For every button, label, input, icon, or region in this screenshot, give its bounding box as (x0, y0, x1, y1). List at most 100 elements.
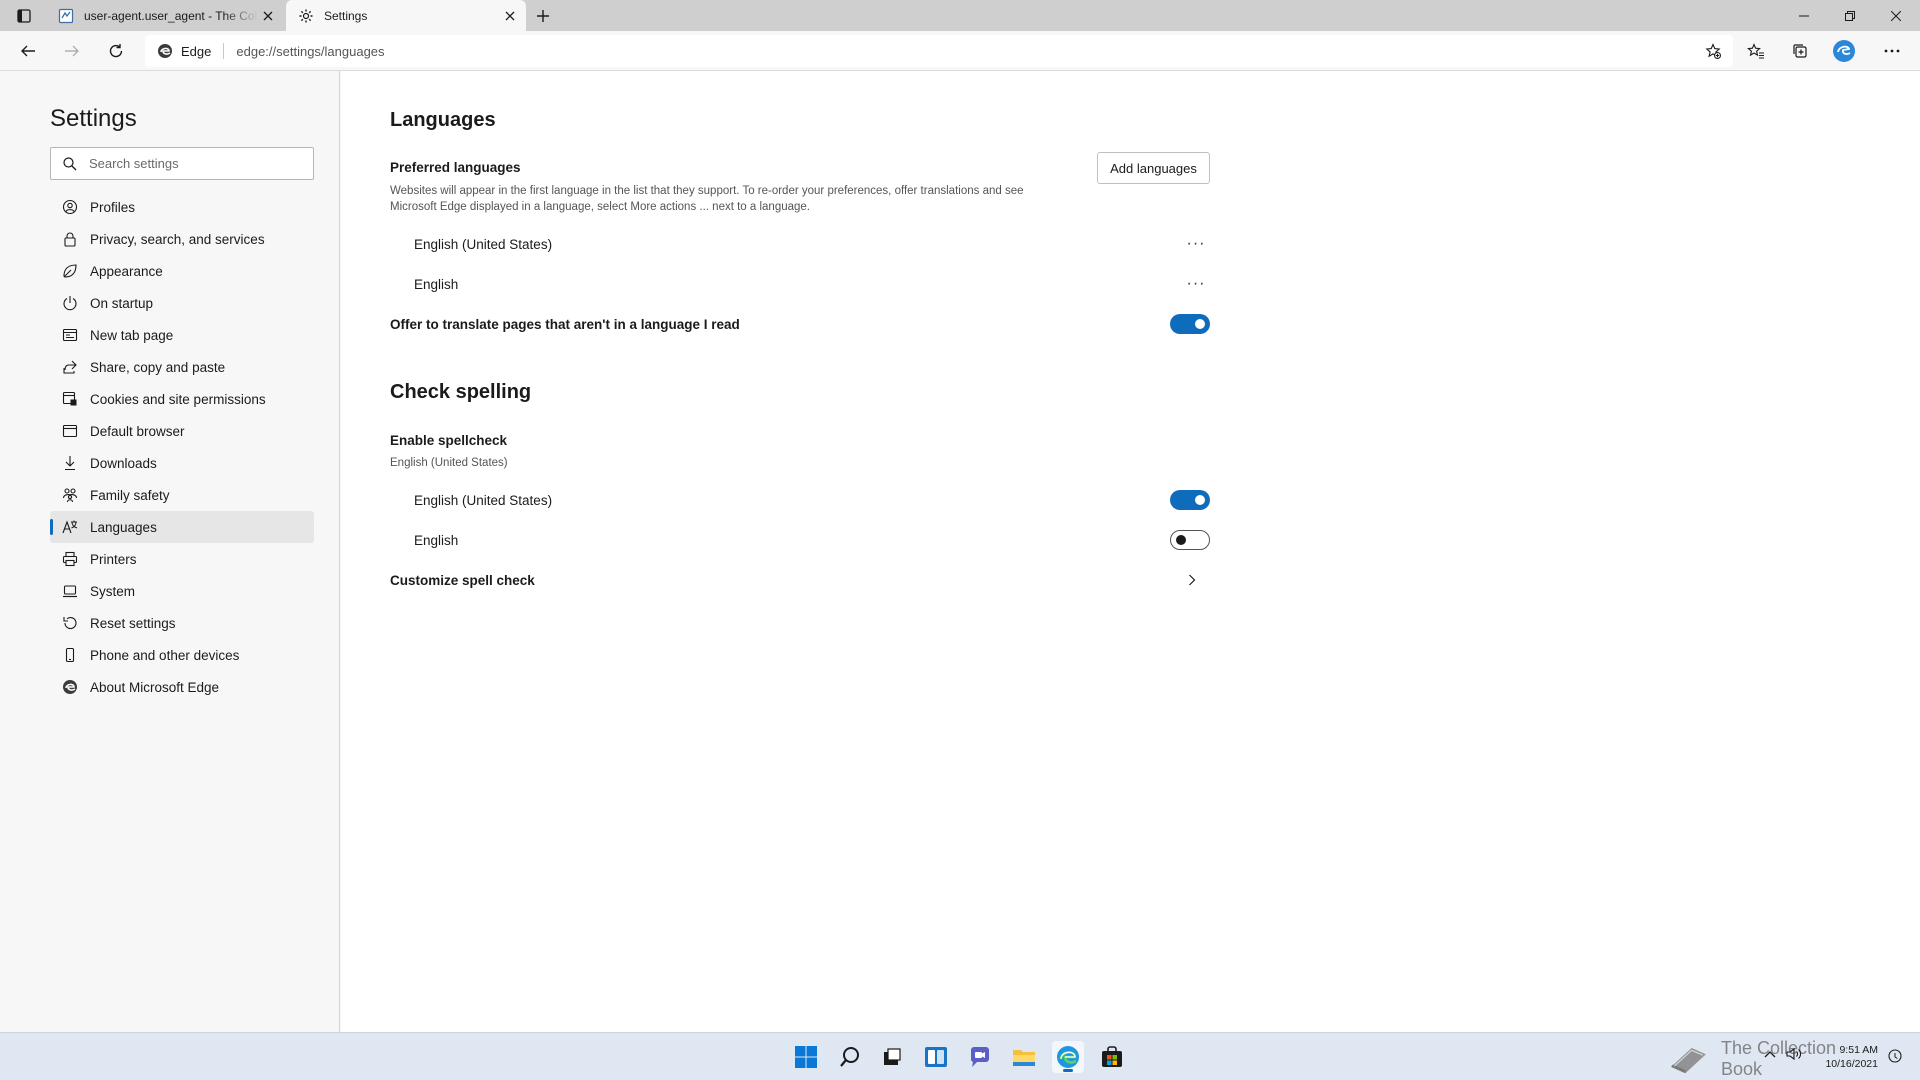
sidebar-item-share[interactable]: Share, copy and paste (50, 351, 314, 383)
tab-actions-button[interactable] (12, 6, 36, 26)
minimize-button[interactable] (1781, 0, 1827, 31)
more-actions-button[interactable]: ··· (1182, 230, 1210, 258)
star-plus-icon (1705, 43, 1721, 59)
sidebar-item-label: Languages (90, 519, 157, 535)
system-clock[interactable]: 9:51 AM 10/16/2021 (1808, 1043, 1878, 1071)
clock-time: 9:51 AM (1839, 1044, 1878, 1056)
sidebar-item-profiles[interactable]: Profiles (50, 191, 314, 223)
settings-more-button[interactable] (1876, 37, 1908, 65)
cookies-icon (62, 391, 78, 407)
site-identity[interactable]: Edge (145, 43, 211, 59)
sidebar-item-privacy[interactable]: Privacy, search, and services (50, 223, 314, 255)
customize-spell-check-row[interactable]: Customize spell check (390, 560, 1210, 600)
share-icon (62, 359, 78, 375)
close-window-button[interactable] (1873, 0, 1919, 31)
edge-taskbar-button[interactable] (1052, 1041, 1084, 1073)
sidebar-item-default-browser[interactable]: Default browser (50, 415, 314, 447)
translate-offer-toggle[interactable] (1170, 314, 1210, 334)
tab-title: user-agent.user_agent - The Collection B… (84, 8, 258, 23)
sidebar-item-new-tab-page[interactable]: New tab page (50, 319, 314, 351)
spellcheck-language-row: English (414, 520, 1210, 560)
language-name: English (414, 532, 459, 548)
start-button[interactable] (790, 1041, 822, 1073)
notification-icon (1888, 1049, 1902, 1063)
enable-spellcheck-title: Enable spellcheck (390, 433, 508, 448)
refresh-button[interactable] (100, 37, 132, 65)
sidebar-item-system[interactable]: System (50, 575, 314, 607)
sidebar-item-appearance[interactable]: Appearance (50, 255, 314, 287)
spellcheck-toggle-en[interactable] (1170, 530, 1210, 550)
sidebar-item-printers[interactable]: Printers (50, 543, 314, 575)
phone-icon (62, 647, 78, 663)
add-favorite-button[interactable] (1699, 37, 1727, 65)
task-view-button[interactable] (876, 1041, 908, 1073)
search-input[interactable] (89, 156, 289, 171)
gear-icon (299, 9, 313, 22)
widgets-button[interactable] (920, 1041, 952, 1073)
sidebar-item-label: Family safety (90, 487, 170, 503)
chevron-up-icon[interactable] (1764, 1050, 1776, 1058)
reset-icon (62, 615, 78, 631)
tab-title: Settings (324, 8, 368, 23)
chevron-right-icon (1182, 570, 1202, 590)
sidebar-item-label: Default browser (90, 423, 185, 439)
add-languages-button[interactable]: Add languages (1097, 152, 1210, 184)
sidebar-item-label: Printers (90, 551, 137, 567)
notifications-button[interactable] (1888, 1049, 1902, 1063)
newtab-icon (62, 327, 78, 343)
collections-button[interactable] (1784, 37, 1816, 65)
chat-button[interactable] (964, 1041, 996, 1073)
taskbar-search-button[interactable] (834, 1041, 866, 1073)
translate-offer-label: Offer to translate pages that aren't in … (390, 316, 740, 332)
close-icon (1891, 10, 1901, 21)
printer-icon (62, 551, 78, 567)
plus-icon (537, 10, 549, 22)
sidebar-item-label: New tab page (90, 327, 174, 343)
sidebar-item-label: About Microsoft Edge (90, 679, 220, 695)
edge-icon (1057, 1046, 1079, 1068)
search-box[interactable] (50, 147, 314, 180)
profile-button[interactable] (1828, 37, 1860, 65)
address-bar[interactable]: Edge edge://settings/languages (145, 35, 1733, 67)
sidebar-item-label: Cookies and site permissions (90, 391, 266, 407)
sidebar-item-phone-devices[interactable]: Phone and other devices (50, 639, 314, 671)
favorites-icon (1747, 43, 1764, 59)
sidebar-item-label: Share, copy and paste (90, 359, 226, 375)
forward-arrow-icon (65, 45, 79, 57)
tab-settings[interactable]: Settings (286, 0, 526, 31)
close-tab-button[interactable] (258, 6, 278, 26)
search-icon (840, 1047, 859, 1067)
volume-icon[interactable] (1786, 1047, 1802, 1061)
sidebar-item-on-startup[interactable]: On startup (50, 287, 314, 319)
enable-spellcheck-subtitle: English (United States) (390, 457, 508, 469)
chat-icon (970, 1047, 989, 1067)
favorites-button[interactable] (1740, 37, 1772, 65)
maximize-button[interactable] (1827, 0, 1873, 31)
site-label: Edge (181, 43, 212, 59)
sidebar-item-label: System (90, 583, 136, 599)
back-button[interactable] (12, 37, 44, 65)
refresh-icon (109, 44, 123, 58)
sidebar-item-languages[interactable]: Languages (50, 511, 314, 543)
new-tab-button[interactable] (532, 5, 554, 27)
sidebar-item-downloads[interactable]: Downloads (50, 447, 314, 479)
sidebar-item-about-edge[interactable]: About Microsoft Edge (50, 671, 314, 703)
settings-main: Languages Preferred languages Websites w… (341, 71, 1920, 1032)
sidebar-item-cookies[interactable]: Cookies and site permissions (50, 383, 314, 415)
preferred-language-row: English (United States) ··· (414, 224, 1210, 264)
url-text[interactable]: edge://settings/languages (236, 44, 1699, 59)
spellcheck-toggle-en-us[interactable] (1170, 490, 1210, 510)
tab-collection-book[interactable]: user-agent.user_agent - The Collection B… (48, 0, 284, 31)
languages-icon (62, 519, 78, 535)
sidebar-item-family-safety[interactable]: Family safety (50, 479, 314, 511)
sidebar-item-reset-settings[interactable]: Reset settings (50, 607, 314, 639)
settings-sidebar: Settings Profiles Privacy, search, and s… (0, 71, 340, 1032)
customize-spell-check-label: Customize spell check (390, 572, 535, 588)
forward-button[interactable] (56, 37, 88, 65)
close-tab-button[interactable] (500, 6, 520, 26)
store-button[interactable] (1096, 1041, 1128, 1073)
file-explorer-button[interactable] (1008, 1041, 1040, 1073)
more-actions-button[interactable]: ··· (1182, 270, 1210, 298)
sidebar-item-label: Appearance (90, 263, 163, 279)
avatar-icon (1833, 40, 1855, 62)
